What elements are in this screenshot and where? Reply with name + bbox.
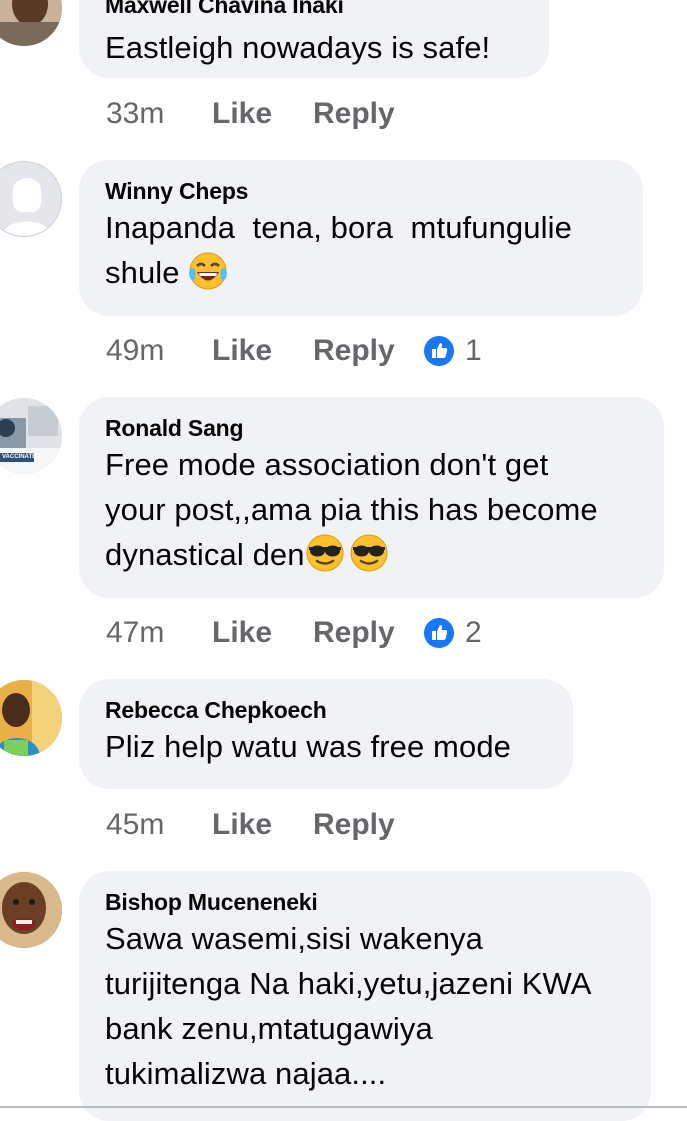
comment-text-line-with-emoji: shule [105, 250, 617, 295]
comment-text-line: tukimalizwa najaa.... [105, 1056, 387, 1091]
comment-text-line: shule [105, 255, 180, 290]
reaction-count-value: 2 [465, 616, 482, 649]
like-button[interactable]: Like [212, 97, 313, 131]
reply-button[interactable]: Reply [313, 616, 423, 650]
thumbs-up-icon [423, 335, 455, 367]
vaccinated-badge: VACCINATED [2, 454, 41, 460]
reply-button[interactable]: Reply [313, 97, 423, 131]
comment-text: Sawa wasemi,sisi wakenya turijitenga Na … [105, 916, 625, 1096]
avatar-maxwell-chavina-inaki[interactable] [0, 0, 62, 46]
sunglasses-emoji [305, 533, 345, 573]
comment-text: Eastleigh nowadays is safe! [105, 30, 491, 65]
comment-actions: 49m Like Reply 1 [106, 331, 482, 371]
comment-author[interactable]: Maxwell Chavina Inaki [105, 0, 523, 20]
comment-text-line: turijitenga Na haki,yetu,jazeni KWA [105, 966, 592, 1001]
thumbs-up-icon [423, 617, 455, 649]
reply-button[interactable]: Reply [313, 808, 423, 842]
comment-timestamp[interactable]: 47m [106, 616, 212, 650]
like-button[interactable]: Like [212, 808, 313, 842]
comment-text: Free mode association don't get your pos… [105, 442, 638, 577]
avatar-winny-cheps[interactable] [0, 161, 62, 237]
avatar-rebecca-chepkoech[interactable] [0, 680, 62, 756]
comment-author[interactable]: Bishop Muceneneki [105, 887, 625, 917]
comment-actions: 47m Like Reply 2 [106, 613, 482, 653]
comment-text-line: your post,,ama pia this has become [105, 492, 598, 527]
comment-author[interactable]: Winny Cheps [105, 176, 617, 206]
comment-bubble: Winny Cheps Inapanda tena, bora mtufungu… [79, 160, 643, 316]
comment-author[interactable]: Ronald Sang [105, 413, 638, 443]
comment-actions: 45m Like Reply [106, 805, 423, 845]
comment-text-line: bank zenu,mtatugawiya [105, 1011, 433, 1046]
comment-text-line: Inapanda tena, bora mtufungulie [105, 210, 572, 245]
comment-bubble: Ronald Sang Free mode association don't … [79, 397, 664, 598]
tears-of-joy-emoji [188, 251, 228, 291]
like-button[interactable]: Like [212, 616, 313, 650]
bottom-divider [0, 1106, 687, 1108]
comment-timestamp[interactable]: 45m [106, 808, 212, 842]
comment-text: Inapanda tena, bora mtufungulie shule [105, 205, 617, 295]
comment-bubble: Bishop Muceneneki Sawa wasemi,sisi waken… [79, 871, 651, 1121]
reaction-count-value: 1 [465, 334, 482, 367]
comment-text-line-with-emoji: dynastical den [105, 532, 638, 577]
like-button[interactable]: Like [212, 334, 313, 368]
reaction-count[interactable]: 1 [423, 334, 482, 368]
comment-text-line: Sawa wasemi,sisi wakenya [105, 921, 483, 956]
sunglasses-emoji [349, 533, 389, 573]
comment-bubble: Rebecca Chepkoech Pliz help watu was fre… [79, 679, 573, 789]
comment-text-line: dynastical den [105, 537, 305, 572]
comment-actions: 33m Like Reply [106, 94, 423, 134]
avatar-bishop-muceneneki[interactable] [0, 872, 62, 948]
comment-author[interactable]: Rebecca Chepkoech [105, 695, 547, 725]
comment-timestamp[interactable]: 33m [106, 97, 212, 131]
avatar-ronald-sang[interactable]: VACCINATED [0, 398, 62, 474]
comment-timestamp[interactable]: 49m [106, 334, 212, 368]
comment-text-line: Free mode association don't get [105, 447, 549, 482]
reply-button[interactable]: Reply [313, 334, 423, 368]
reaction-count[interactable]: 2 [423, 616, 482, 650]
comment-text: Pliz help watu was free mode [105, 729, 511, 764]
comment-bubble: Maxwell Chavina Inaki Eastleigh nowadays… [79, 0, 549, 78]
